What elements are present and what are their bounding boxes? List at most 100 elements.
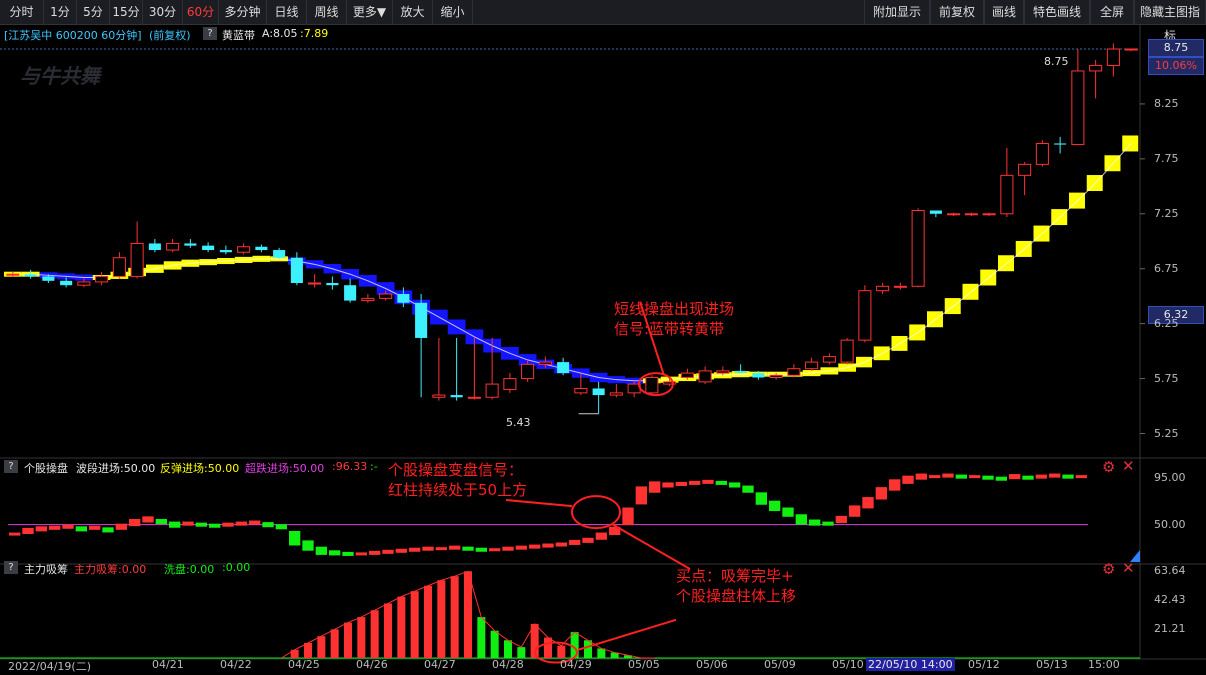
toolbar-right-button-2[interactable]: 画线 [984,0,1024,24]
panel2-help-button[interactable]: ? [4,459,18,473]
panel2-bar [1049,473,1061,478]
panel2-bar [115,523,127,530]
panel3-value: :0.00 [222,561,251,574]
candle-body [255,246,268,251]
candle-body [450,395,463,398]
panel2-bar [542,543,554,548]
candle-body [521,363,535,380]
panel2-oversold-entry: 超跌进场:50.00 [245,462,325,475]
panel2-settings-gear-icon[interactable]: ⚙ [1102,460,1115,475]
candle-body [344,285,357,301]
candle-body [60,280,73,286]
x-axis-label: 15:00 [1088,658,1120,671]
panel3-main-bar [330,629,339,658]
candle-body [166,242,180,251]
candle-body [822,356,836,363]
panel3-y-tick: 63.64 [1154,564,1186,578]
panel2-bar [195,522,207,527]
panel3-main-bar [424,585,432,658]
toolbar-right-button-3[interactable]: 特色画线 [1024,0,1090,24]
panel2-bar [475,547,487,552]
indicator-help-button[interactable]: ? [203,26,217,40]
annotation-1-line1: 短线操盘出现进场 [614,300,735,318]
candle-body [1071,70,1085,146]
candle-body [734,370,747,374]
candle-body [397,293,410,303]
x-axis-label: 2022/04/19(二) [8,660,91,673]
indicator-b-value: :7.89 [300,27,329,40]
panel2-bar [249,520,261,525]
panel2-bar [449,545,461,550]
panel2-bar [209,523,221,528]
candle-body [769,374,783,378]
period-button-4[interactable]: 30分 [143,0,183,24]
x-axis-label: 04/28 [492,658,524,671]
panel2-bar [1062,474,1074,479]
candle-body [415,302,428,338]
period-button-5[interactable]: 60分 [183,0,219,24]
toolbar-right-button-4[interactable]: 全屏 [1090,0,1134,24]
candle-body [1106,48,1120,66]
panel3-main-accumulation: 主力吸筹:0.00 [74,563,147,576]
candle-body [95,275,109,283]
candle-body [911,209,925,287]
annotation-2-line1: 个股操盘变盘信号： [388,461,524,479]
watermark-logo: 与牛共舞 [20,64,100,88]
period-button-8[interactable]: 周线 [307,0,347,24]
toolbar-right-button-0[interactable]: 附加显示 [864,0,930,24]
panel3-wash-bar [597,648,606,658]
period-button-6[interactable]: 多分钟 [219,0,267,24]
band-segment [1122,135,1139,152]
panel3-help-button[interactable]: ? [4,560,18,574]
candle-body [326,283,339,286]
candle-body [964,213,978,216]
panel2-bar [742,485,754,493]
period-button-1[interactable]: 1分 [44,0,77,24]
panel2-value: :96.33 [332,460,368,473]
period-button-10[interactable]: 放大 [393,0,433,24]
candle-body [130,242,144,277]
candle-body [557,362,570,374]
period-button-9[interactable]: 更多▼ [347,0,393,24]
candle-body [698,370,712,383]
panel2-bar [395,548,407,553]
period-button-7[interactable]: 日线 [267,0,307,24]
candle-body [1035,142,1049,165]
stock-title: [江苏吴中 600200 60分钟] [4,29,142,42]
x-axis-label: 04/26 [356,658,388,671]
candle-body [432,394,446,398]
panel3-settings-gear-icon[interactable]: ⚙ [1102,562,1115,577]
toolbar-right-button-1[interactable]: 前复权 [930,0,984,24]
candle-body [574,387,588,394]
period-button-11[interactable]: 缩小 [433,0,473,24]
panel3-main-bar [384,603,392,658]
x-axis-label: 04/21 [152,658,184,671]
candle-body [273,250,286,258]
candle-body [379,293,393,299]
band-segment [927,311,943,328]
candle-body [503,378,517,391]
candle-body [645,376,659,394]
panel3-close-icon[interactable]: ✕ [1122,561,1135,576]
panel2-close-icon[interactable]: ✕ [1122,459,1135,474]
panel2-bar [1022,475,1034,480]
candle-body [858,290,872,341]
panel3-main-bar [344,622,352,658]
panel2-bar [182,521,194,526]
y-tick-label: 6.25 [1154,316,1179,330]
panel2-bar [809,519,821,526]
period-button-3[interactable]: 15分 [110,0,143,24]
chart-area [0,24,1206,664]
x-axis-label: 04/22 [220,658,252,671]
toolbar-right-button-5[interactable]: 隐藏主图指标 [1134,0,1206,43]
panel2-bar [529,544,541,549]
period-button-2[interactable]: 5分 [77,0,110,24]
period-button-0[interactable]: 分时 [0,0,44,24]
panel3-main-bar [464,571,472,658]
panel2-bar [915,473,927,480]
panel2-y-tick: 95.00 [1154,470,1186,484]
panel2-bar [275,524,287,530]
panel2-bar [129,518,141,527]
panel2-bar [9,532,21,536]
panel2-bar [769,500,781,512]
